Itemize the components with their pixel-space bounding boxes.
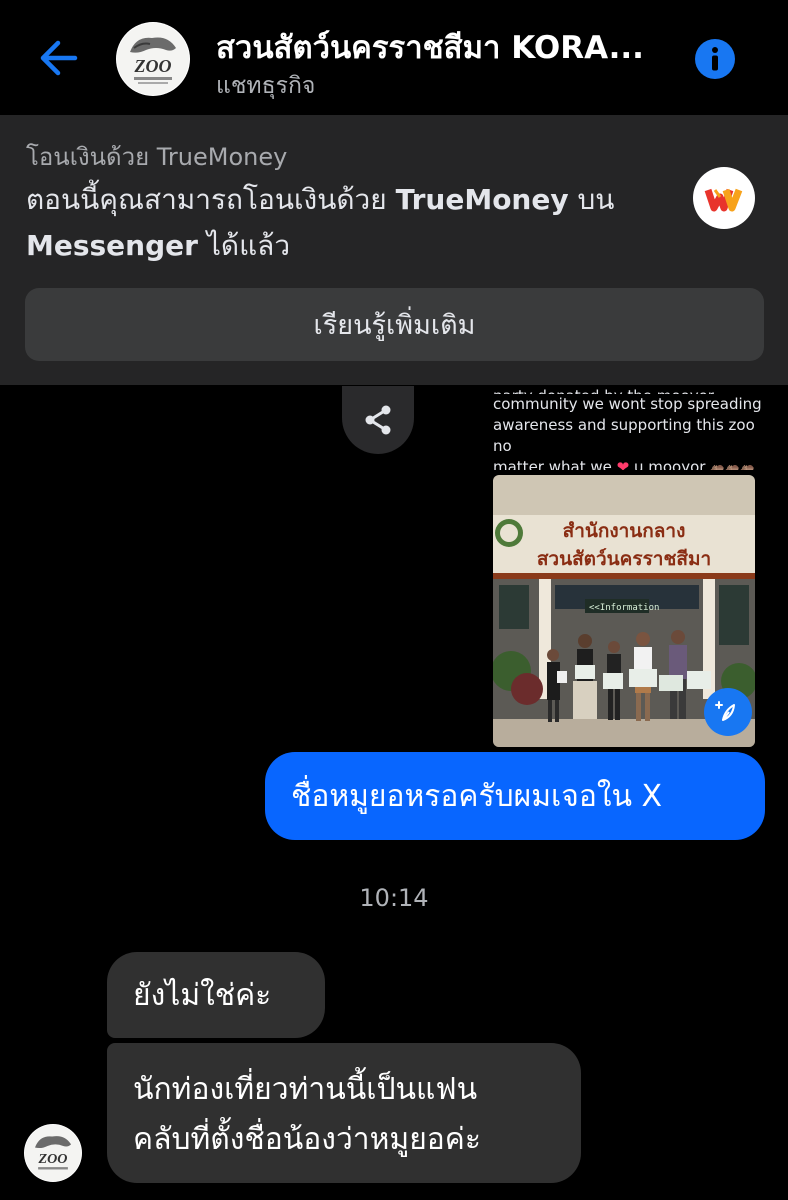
page-avatar[interactable]: ZOO [116,22,190,96]
learn-more-button[interactable]: เรียนรู้เพิ่มเติม [25,288,764,361]
sign-line-1: สำนักงานกลาง [563,520,686,542]
zoo-logo-icon: ZOO [117,23,189,95]
incoming-message[interactable]: ยังไม่ใช่ค่ะ [107,952,325,1038]
banner-text-part: ได้แล้ว [197,229,291,262]
caption-line: awareness and supporting this zoo no [493,416,755,455]
sender-avatar[interactable]: ZOO [24,1124,82,1182]
sign-line-2: สวนสัตว์นครราชสีมา [537,548,711,570]
message-line: นักท่องเที่ยวท่านนี้เป็นแฟน [133,1072,478,1107]
arrow-left-icon [40,40,78,76]
sparkle-button[interactable] [704,688,752,736]
heart-emoji: ❤ [616,458,630,470]
truemoney-logo [693,167,755,229]
caption-line: community we wont stop spreading [493,395,762,413]
message-line: คลับที่ตั้งชื่อน้องว่าหมูยอค่ะ [133,1122,481,1157]
svg-text:ZOO: ZOO [38,1151,68,1167]
info-icon [695,39,735,79]
truemoney-logo-icon [704,188,743,212]
share-icon [365,405,391,435]
zoo-logo-icon: ZOO [24,1124,82,1182]
message-timestamp: 10:14 [359,884,429,912]
svg-text:ZOO: ZOO [134,56,172,76]
chat-header: ZOO สวนสัตว์นครราชสีมา KORA... แชทธุรกิจ [0,0,788,115]
page-subtitle: แชทธุรกิจ [216,73,316,99]
outgoing-message[interactable]: ชื่อหมูยอหรอครับผมเจอใน X [265,752,765,840]
banner-title: โอนเงินด้วย TrueMoney [26,143,288,171]
caption-line: party donated by the mooyor [493,386,763,394]
page-title[interactable]: สวนสัตว์นครราชสีมา KORA... [216,22,676,72]
banner-text-part: ตอนนี้คุณสามารถโอนเงินด้วย [26,183,396,216]
banner-text: ตอนนี้คุณสามารถโอนเงินด้วย TrueMoney บน … [26,177,666,269]
back-button[interactable] [30,36,86,80]
banner-text-part: บน [568,183,615,216]
caption-text: u mooyor [629,458,711,470]
info-button[interactable] [694,38,736,80]
incoming-message[interactable]: นักท่องเที่ยวท่านนี้เป็นแฟน คลับที่ตั้งช… [107,1043,581,1183]
caption-line: matter what we ❤ u mooyor 🦛🦛🦛🦛 [493,457,763,470]
caption-text: matter what we [493,458,617,470]
share-button[interactable] [342,386,414,454]
info-sign-text: <<Information [589,603,659,613]
truemoney-banner: โอนเงินด้วย TrueMoney ตอนนี้คุณสามารถโอน… [0,115,788,385]
banner-brand: TrueMoney [395,183,569,216]
banner-brand: Messenger [26,229,198,262]
shared-post-caption[interactable]: party donated by the mooyor community we… [493,386,763,470]
sparkle-icon [715,701,735,721]
